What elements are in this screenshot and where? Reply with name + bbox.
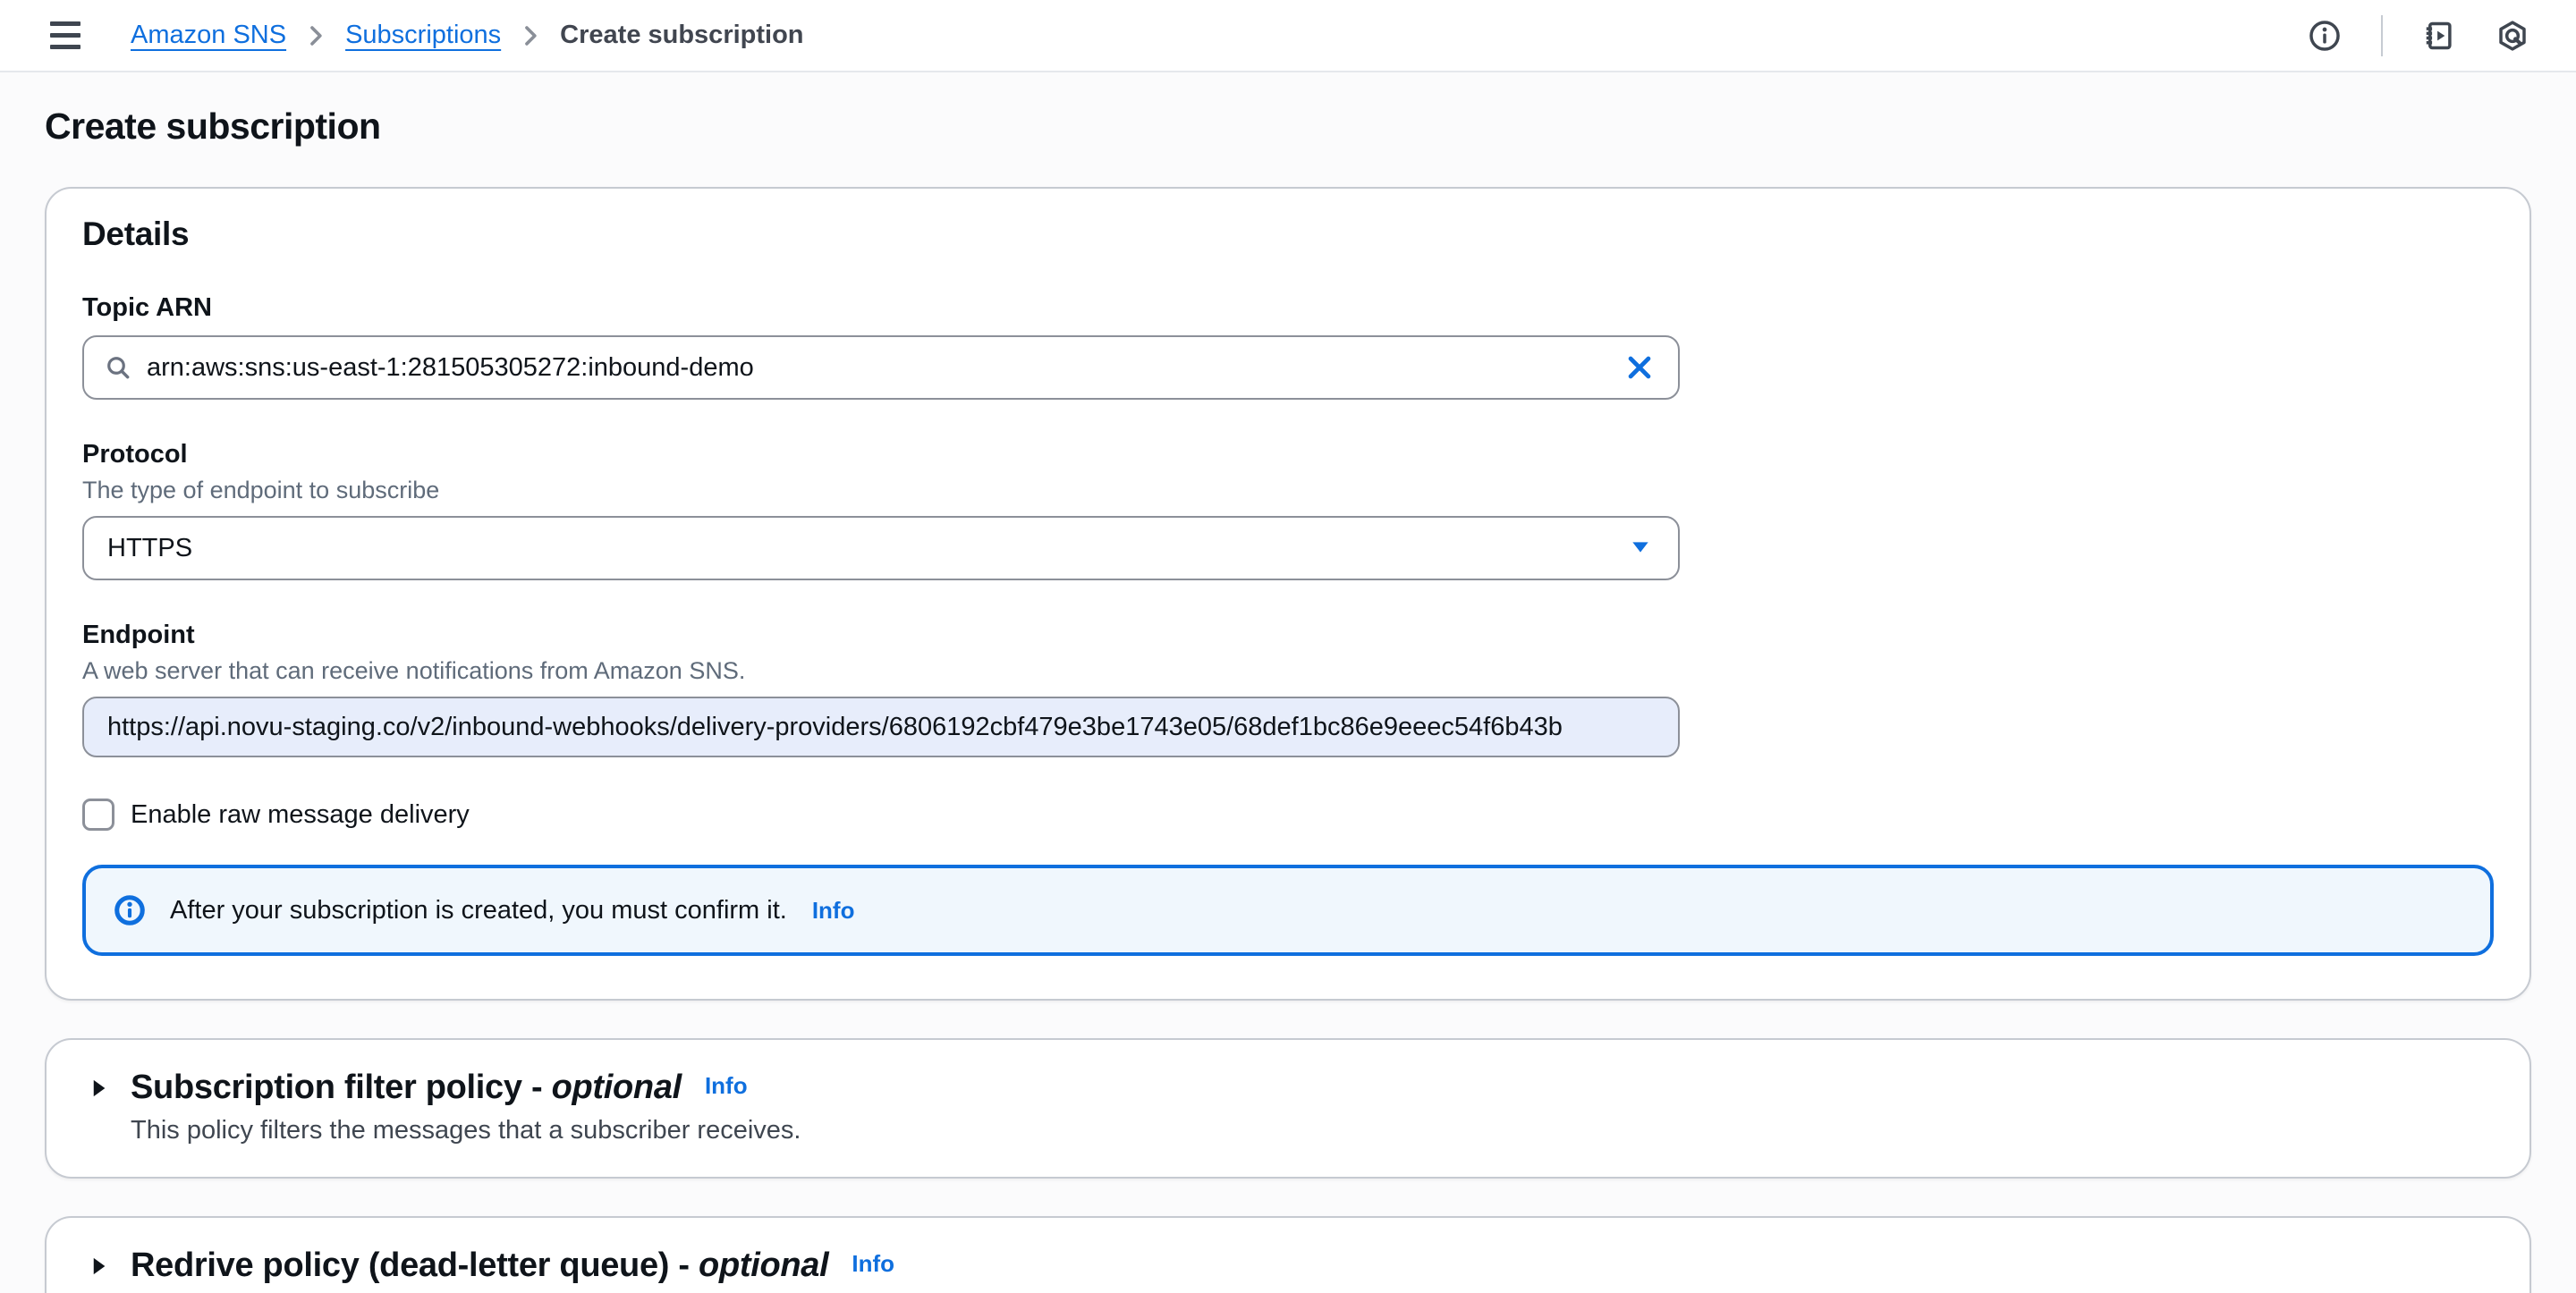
endpoint-input-container — [82, 697, 1680, 757]
topic-arn-input[interactable] — [147, 353, 1610, 383]
raw-delivery-label: Enable raw message delivery — [131, 800, 470, 830]
info-circle-icon — [113, 893, 147, 927]
protocol-select[interactable]: HTTPS — [82, 516, 1680, 580]
redrive-policy-expander[interactable]: Redrive policy (dead-letter queue) - opt… — [86, 1247, 2494, 1285]
protocol-selected-value: HTTPS — [107, 534, 1626, 563]
breadcrumb-amazon-sns[interactable]: Amazon SNS — [131, 21, 286, 50]
search-icon — [104, 353, 132, 382]
optional-label: optional — [699, 1247, 828, 1284]
tutorials-icon[interactable] — [2422, 19, 2456, 53]
page-title: Create subscription — [45, 105, 2531, 148]
caret-right-icon — [86, 1254, 111, 1279]
topic-arn-field: Topic ARN — [82, 291, 2494, 400]
filter-policy-info-link[interactable]: Info — [705, 1072, 748, 1100]
main-content: Create subscription Details Topic ARN — [0, 105, 2576, 1293]
details-card: Details Topic ARN P — [45, 187, 2531, 1001]
filter-policy-card: Subscription filter policy - optional In… — [45, 1038, 2531, 1179]
details-heading: Details — [82, 216, 2494, 253]
topic-arn-input-container — [82, 335, 1680, 400]
alert-text: After your subscription is created, you … — [170, 896, 787, 925]
optional-label: optional — [552, 1069, 682, 1106]
endpoint-input[interactable] — [107, 713, 1655, 742]
info-icon[interactable] — [2308, 19, 2342, 53]
breadcrumb-current-page: Create subscription — [560, 21, 803, 50]
filter-policy-title: Subscription filter policy - optional — [131, 1069, 682, 1107]
protocol-label: Protocol — [82, 437, 2494, 471]
protocol-field: Protocol The type of endpoint to subscri… — [82, 437, 2494, 580]
redrive-policy-info-link[interactable]: Info — [852, 1250, 894, 1278]
topbar-actions — [2308, 15, 2529, 56]
chevron-right-icon — [519, 24, 542, 47]
topic-arn-label: Topic ARN — [82, 291, 2494, 325]
raw-delivery-row: Enable raw message delivery — [82, 799, 2494, 831]
filter-policy-description: This policy filters the messages that a … — [131, 1114, 2494, 1146]
breadcrumb-subscriptions[interactable]: Subscriptions — [345, 21, 501, 50]
clear-input-icon[interactable] — [1624, 352, 1655, 383]
top-navigation-bar: Amazon SNS Subscriptions Create subscrip… — [0, 0, 2576, 72]
alert-info-link[interactable]: Info — [812, 897, 855, 925]
breadcrumb: Amazon SNS Subscriptions Create subscrip… — [131, 21, 804, 50]
raw-delivery-checkbox[interactable] — [82, 799, 114, 831]
endpoint-label: Endpoint — [82, 618, 2494, 652]
chevron-down-icon — [1626, 532, 1655, 565]
endpoint-description: A web server that can receive notificati… — [82, 655, 2494, 686]
redrive-policy-title: Redrive policy (dead-letter queue) - opt… — [131, 1247, 828, 1285]
topbar-divider — [2381, 15, 2383, 56]
chevron-right-icon — [304, 24, 327, 47]
endpoint-field: Endpoint A web server that can receive n… — [82, 618, 2494, 757]
caret-right-icon — [86, 1076, 111, 1101]
protocol-description: The type of endpoint to subscribe — [82, 475, 2494, 505]
filter-policy-expander[interactable]: Subscription filter policy - optional In… — [86, 1069, 2494, 1107]
redrive-policy-card: Redrive policy (dead-letter queue) - opt… — [45, 1216, 2531, 1293]
menu-icon[interactable] — [50, 21, 80, 49]
amazon-q-icon[interactable] — [2496, 19, 2529, 53]
confirmation-info-alert: After your subscription is created, you … — [82, 865, 2494, 956]
